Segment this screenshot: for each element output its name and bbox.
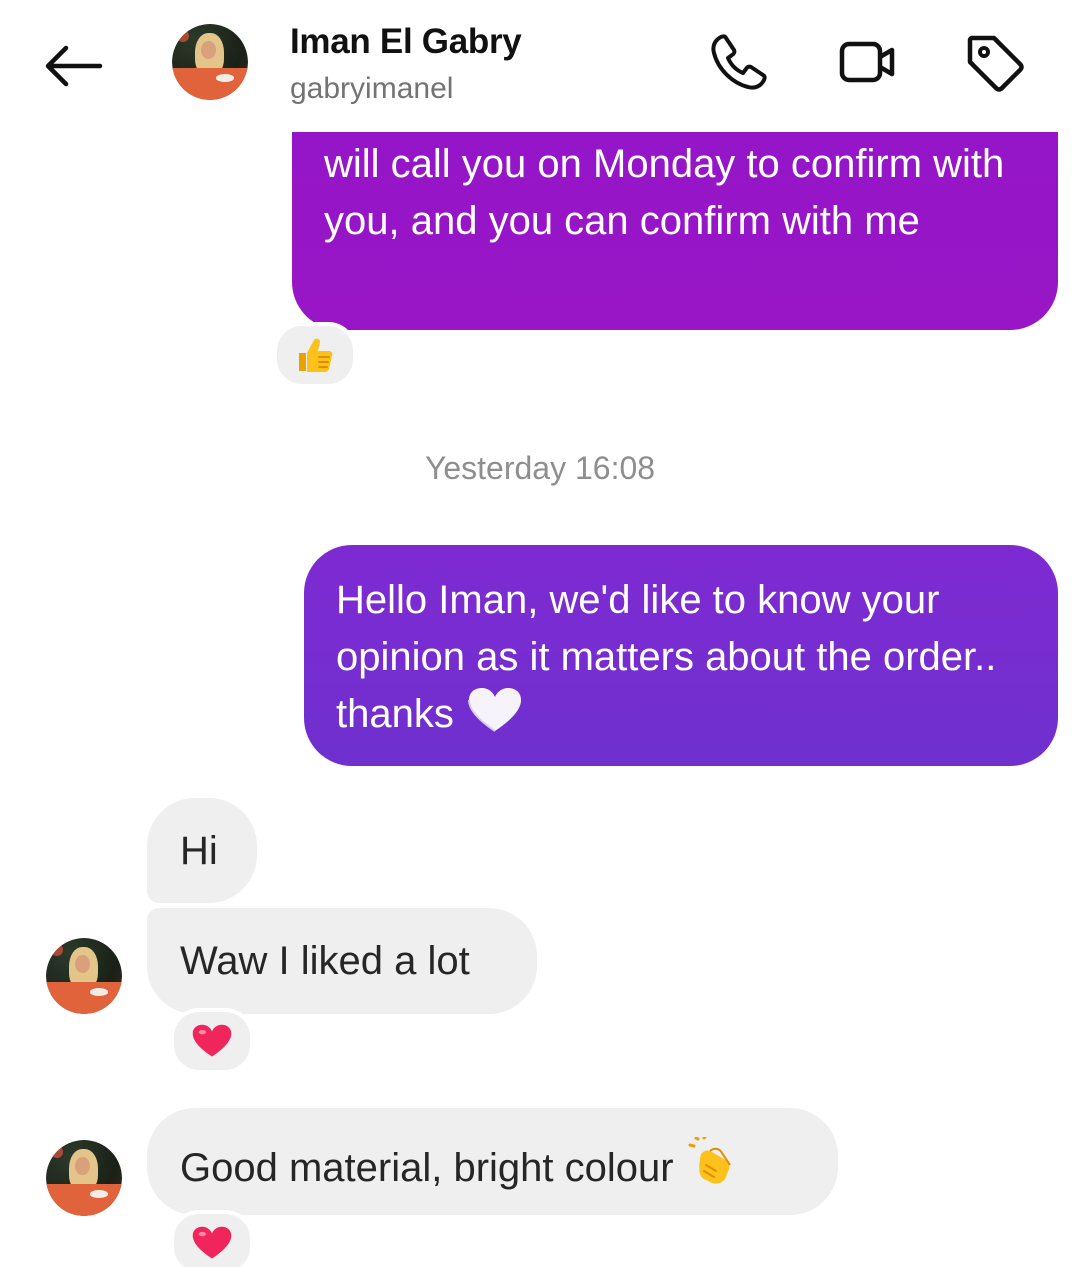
incoming-message-bubble[interactable]: Waw I liked a lot xyxy=(147,908,537,1014)
thumbs-up-reaction[interactable] xyxy=(273,322,357,388)
incoming-message-bubble[interactable]: Good material, bright colour xyxy=(147,1108,838,1215)
audio-call-button[interactable] xyxy=(706,30,770,94)
clapping-hands-emoji-icon xyxy=(688,1135,736,1198)
incoming-message-text: Waw I liked a lot xyxy=(180,939,470,983)
chat-screen: will call you on Monday to confirm with … xyxy=(0,0,1080,1267)
video-camera-icon xyxy=(839,41,895,83)
message-timestamp: Yesterday 16:08 xyxy=(424,450,656,486)
chat-header: Iman El Gabry gabryimanel xyxy=(0,0,1080,132)
sender-avatar[interactable] xyxy=(46,1140,122,1216)
red-heart-emoji-icon xyxy=(192,1024,232,1057)
back-button[interactable] xyxy=(36,30,112,106)
heart-reaction[interactable] xyxy=(170,1008,254,1074)
video-call-button[interactable] xyxy=(836,30,900,94)
outgoing-message-bubble[interactable]: Hello Iman, we'd like to know your opini… xyxy=(304,545,1058,766)
back-arrow-icon xyxy=(45,45,103,87)
heart-reaction[interactable] xyxy=(170,1210,254,1267)
outgoing-message-text: will call you on Monday to confirm with … xyxy=(324,142,1005,243)
contact-username[interactable]: gabryimanel xyxy=(290,72,453,106)
outgoing-message-bubble[interactable]: will call you on Monday to confirm with … xyxy=(292,100,1058,330)
incoming-message-text: Good material, bright colour xyxy=(180,1146,674,1190)
thumbs-up-emoji-icon xyxy=(299,338,333,372)
sender-avatar[interactable] xyxy=(46,938,122,1014)
phone-icon xyxy=(711,34,767,90)
tag-button[interactable] xyxy=(962,30,1026,94)
white-heart-emoji-icon xyxy=(467,687,522,749)
outgoing-message-text: Hello Iman, we'd like to know your opini… xyxy=(336,578,997,736)
incoming-message-bubble[interactable]: Hi xyxy=(147,798,257,903)
tag-icon xyxy=(967,35,1024,92)
red-heart-emoji-icon xyxy=(192,1226,232,1259)
contact-avatar[interactable] xyxy=(172,24,248,100)
contact-name[interactable]: Iman El Gabry xyxy=(290,22,522,62)
incoming-message-text: Hi xyxy=(180,829,218,873)
